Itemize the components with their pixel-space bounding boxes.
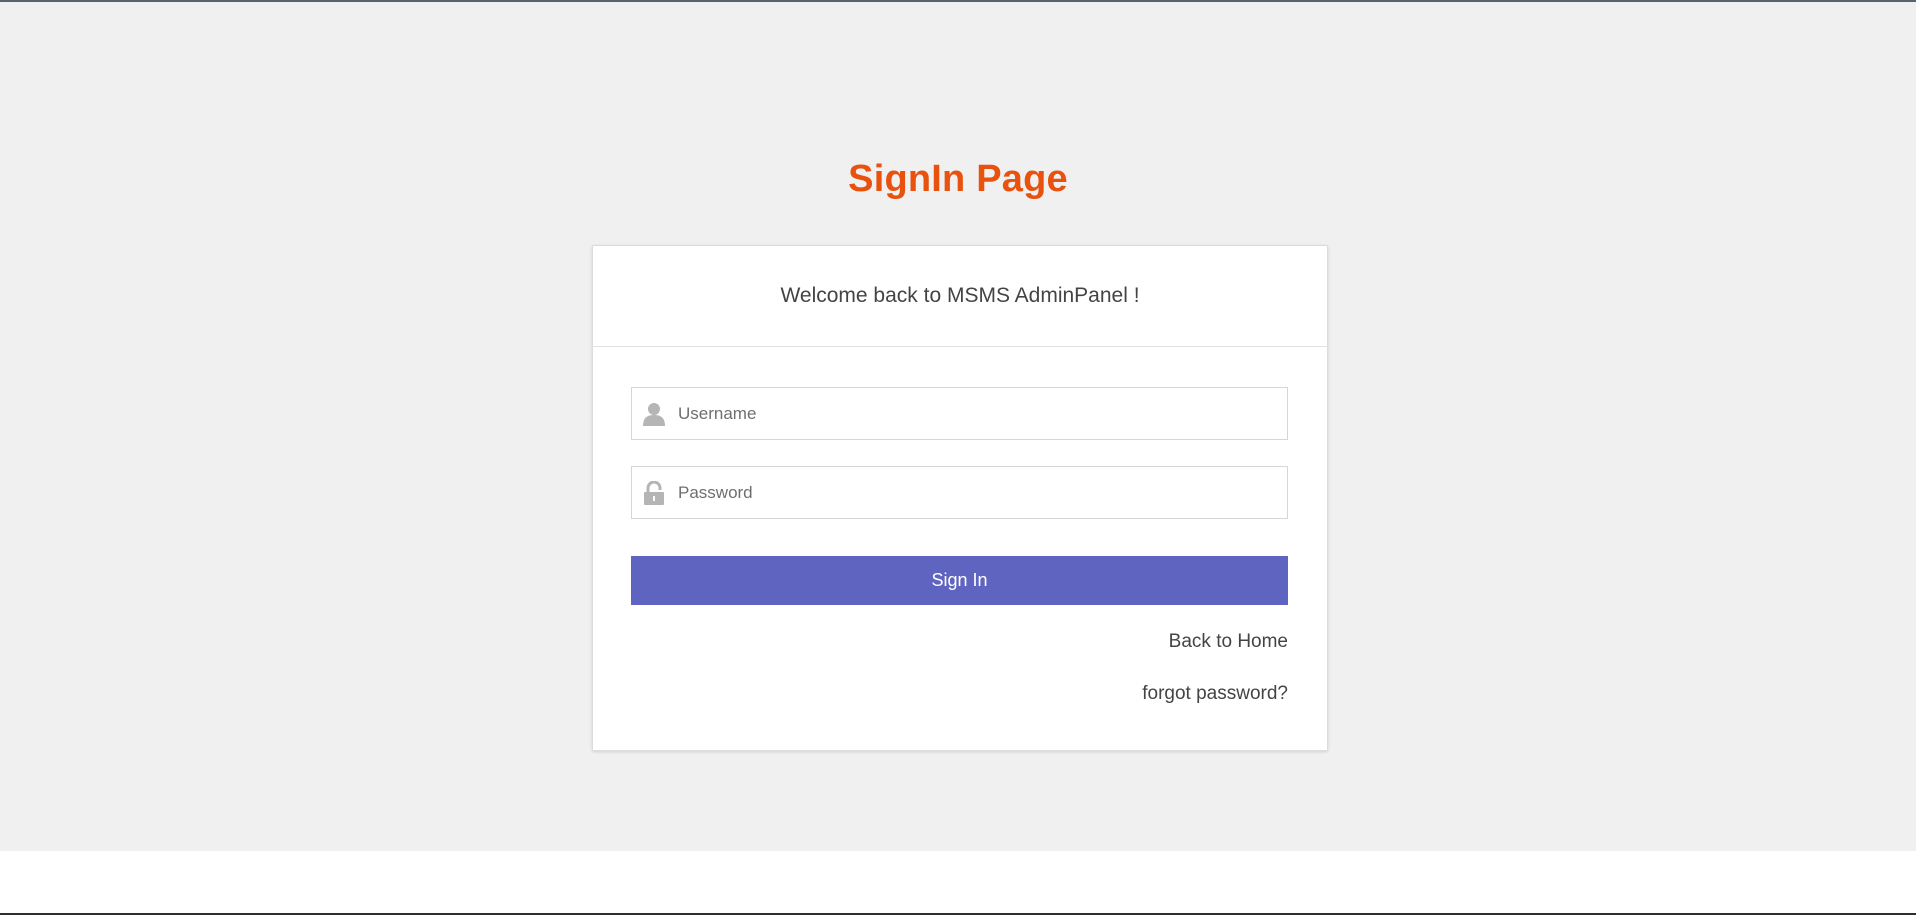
username-field[interactable] — [631, 387, 1288, 440]
user-icon — [632, 388, 676, 439]
forgot-password-link[interactable]: forgot password? — [1142, 683, 1288, 705]
password-field[interactable] — [631, 466, 1288, 519]
card-header: Welcome back to MSMS AdminPanel ! — [593, 246, 1327, 347]
username-input[interactable] — [676, 388, 1276, 439]
page-title: SignIn Page — [848, 158, 1068, 200]
lock-icon — [632, 467, 676, 518]
back-to-home-link[interactable]: Back to Home — [1169, 631, 1288, 653]
welcome-message: Welcome back to MSMS AdminPanel ! — [780, 284, 1140, 307]
password-input[interactable] — [676, 467, 1276, 518]
signin-button[interactable]: Sign In — [631, 556, 1288, 605]
